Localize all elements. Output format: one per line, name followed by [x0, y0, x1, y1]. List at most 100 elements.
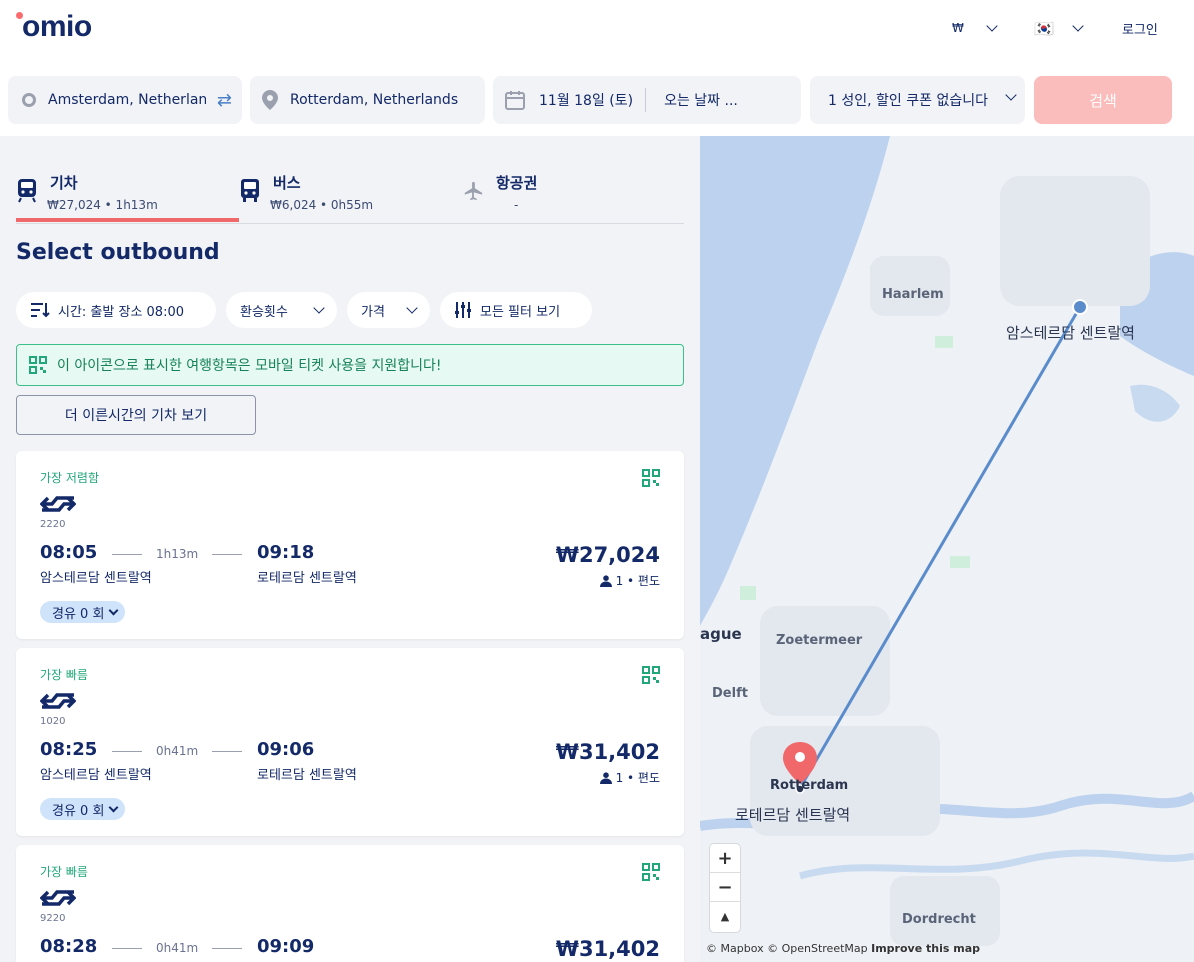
departure-time: 08:28 — [40, 936, 98, 957]
top-header: omio ₩ 🇰🇷 로그인 — [0, 0, 1194, 64]
chevron-down-icon — [406, 302, 418, 314]
passengers-field[interactable]: 1 성인, 할인 쿠폰 없습니다 — [810, 76, 1025, 124]
swap-icon[interactable]: ⇄ — [217, 90, 232, 111]
journey-card[interactable]: 가장 저렴함 2220 08:05 1h13m 09:18 암스테르담 센트랄역… — [16, 451, 684, 639]
journey-badge: 가장 빠름 — [40, 865, 88, 879]
train-number: 2220 — [40, 519, 66, 530]
origin-station-marker — [1072, 299, 1088, 315]
transport-tabs: 기차 ₩27,024 • 1h13m 버스 ₩6,024 • 0h55m 항공권… — [16, 160, 684, 224]
route-map[interactable]: Haarlem 암스테르담 센트랄역 ague Zoetermeer Delft… — [700, 136, 1194, 962]
search-bar: Amsterdam, Netherlands ⇄ Rotterdam, Neth… — [0, 64, 1194, 136]
map-label-hague: ague — [700, 625, 742, 643]
sort-icon — [31, 303, 50, 318]
duration-line-left — [112, 948, 142, 949]
tab-flight-summary: - — [514, 198, 519, 212]
tab-flight[interactable]: 항공권 - — [462, 160, 684, 224]
sort-filter-label: 시간: 출발 장소 08:00 — [58, 304, 185, 320]
ns-operator-logo-icon — [40, 496, 76, 512]
date-field[interactable]: 11월 18일 (토) 오는 날짜 ... — [493, 76, 801, 124]
duration-line-left — [112, 751, 142, 752]
tab-bus-title: 버스 — [273, 174, 301, 192]
duration-line-right — [212, 751, 242, 752]
duration-line-right — [212, 554, 242, 555]
qr-code-icon — [642, 666, 660, 684]
zoom-out-button[interactable]: − — [710, 873, 740, 902]
destination-field[interactable]: Rotterdam, Netherlands — [250, 76, 485, 124]
arrival-time: 09:09 — [257, 936, 315, 957]
depart-date-value[interactable]: 11월 18일 (토) — [539, 90, 633, 110]
arrival-time: 09:18 — [257, 542, 315, 563]
map-label-zoetermeer: Zoetermeer — [776, 633, 863, 648]
map-label-dordrecht: Dordrecht — [902, 912, 976, 927]
passenger-info: 1 • 편도 — [599, 769, 660, 786]
passenger-info-text: 1 • 편도 — [615, 771, 660, 785]
journey-price: ₩31,402 — [555, 740, 660, 764]
attribution-mapbox-link[interactable]: © Mapbox — [706, 942, 764, 955]
journey-duration: 0h41m — [156, 744, 199, 758]
passengers-value: 1 성인, 할인 쿠폰 없습니다 — [828, 93, 988, 109]
mobile-ticket-notice: 이 아이콘으로 표시한 여행항목은 모바일 티켓 사용을 지원합니다! — [16, 344, 684, 386]
journey-duration: 1h13m — [156, 547, 199, 561]
notice-text: 이 아이콘으로 표시한 여행항목은 모바일 티켓 사용을 지원합니다! — [57, 358, 442, 374]
route-line — [798, 306, 1082, 789]
currency-selector[interactable]: ₩ — [952, 18, 998, 38]
airplane-icon — [464, 181, 483, 201]
compass-button[interactable]: ▲ — [710, 902, 740, 931]
person-icon — [599, 771, 612, 784]
all-filters-button[interactable]: 모든 필터 보기 — [440, 292, 592, 328]
tab-bus[interactable]: 버스 ₩6,024 • 0h55m — [239, 160, 462, 224]
map-label-haarlem: Haarlem — [882, 287, 944, 302]
chevron-down-icon — [108, 802, 119, 812]
all-filters-label: 모든 필터 보기 — [480, 304, 561, 320]
language-selector[interactable]: 🇰🇷 — [1034, 18, 1084, 38]
price-filter-label: 가격 — [361, 304, 385, 320]
departure-time: 08:25 — [40, 739, 98, 760]
stops-toggle[interactable]: 경유 0 회 — [40, 601, 126, 623]
sort-filter[interactable]: 시간: 출발 장소 08:00 — [16, 292, 216, 328]
journey-card[interactable]: 가장 빠름 1020 08:25 0h41m 09:06 암스테르담 센트랄역 … — [16, 648, 684, 836]
map-zoom-controls: + − ▲ — [710, 844, 740, 932]
bus-icon — [241, 179, 259, 202]
currency-symbol: ₩ — [952, 21, 964, 35]
passenger-info: 1 • 편도 — [599, 572, 660, 589]
earlier-trains-button[interactable]: 더 이른시간의 기차 보기 — [16, 395, 256, 435]
origin-field[interactable]: Amsterdam, Netherlands ⇄ — [8, 76, 242, 124]
omio-logo[interactable]: omio — [0, 0, 130, 60]
korea-flag-icon: 🇰🇷 — [1034, 18, 1054, 38]
logo-text: omio — [22, 10, 92, 43]
journey-card[interactable]: 가장 빠름 9220 08:28 0h41m 09:09 ₩31,402 — [16, 845, 684, 962]
train-number: 1020 — [40, 716, 66, 727]
price-filter[interactable]: 가격 — [347, 292, 430, 328]
tab-flight-title: 항공권 — [496, 174, 538, 192]
chevron-down-icon — [1072, 20, 1084, 32]
train-number: 9220 — [40, 913, 66, 924]
page-title: Select outbound — [16, 240, 220, 265]
tab-train-title: 기차 — [50, 174, 78, 192]
return-date-placeholder[interactable]: 오는 날짜 ... — [664, 90, 738, 110]
improve-map-link[interactable]: Improve this map — [871, 942, 980, 955]
map-label-rotterdam: Rotterdam — [770, 778, 849, 793]
map-label-rotterdam-station: 로테르담 센트랄역 — [735, 806, 851, 824]
transfers-filter[interactable]: 환승횟수 — [226, 292, 337, 328]
attribution-osm-link[interactable]: © OpenStreetMap — [767, 942, 868, 955]
tab-train-summary: ₩27,024 • 1h13m — [47, 198, 158, 212]
journey-duration: 0h41m — [156, 941, 199, 955]
tab-train[interactable]: 기차 ₩27,024 • 1h13m — [16, 160, 239, 224]
map-label-delft: Delft — [712, 686, 748, 701]
active-tab-indicator — [16, 218, 239, 222]
map-label-amsterdam-station: 암스테르담 센트랄역 — [1006, 324, 1135, 342]
ns-operator-logo-icon — [40, 693, 76, 709]
search-button[interactable]: 검색 — [1034, 76, 1172, 124]
login-link[interactable]: 로그인 — [1122, 18, 1158, 38]
transfers-filter-label: 환승횟수 — [240, 304, 288, 320]
tab-bus-summary: ₩6,024 • 0h55m — [270, 198, 374, 212]
journey-badge: 가장 저렴함 — [40, 471, 100, 485]
zoom-in-button[interactable]: + — [710, 844, 740, 873]
chevron-down-icon — [313, 302, 325, 314]
location-pin-icon — [262, 90, 278, 110]
chevron-down-icon — [1005, 89, 1017, 101]
departure-time: 08:05 — [40, 542, 98, 563]
stops-label: 경유 0 회 — [52, 803, 105, 819]
stops-toggle[interactable]: 경유 0 회 — [40, 798, 126, 820]
duration-line-right — [212, 948, 242, 949]
